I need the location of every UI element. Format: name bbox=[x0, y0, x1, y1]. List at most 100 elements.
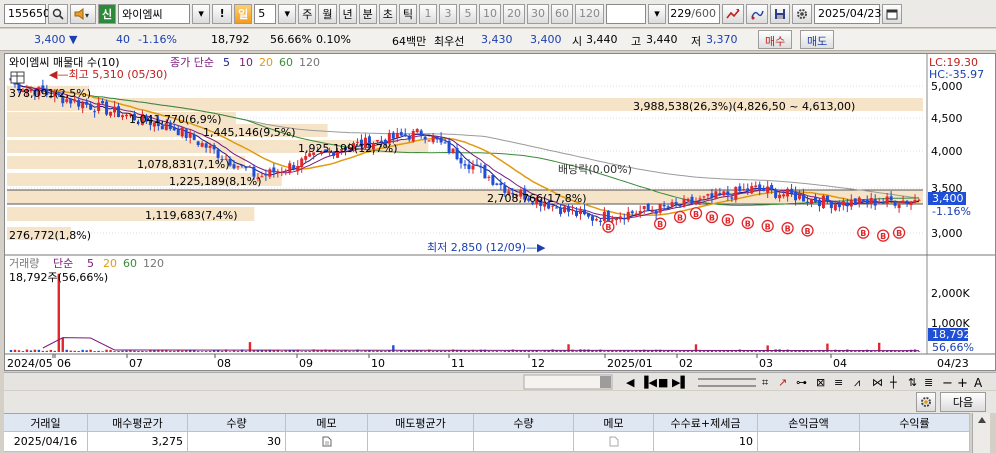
buy-button[interactable]: 매수 bbox=[758, 30, 793, 49]
interval-5[interactable]: 5 bbox=[459, 3, 477, 24]
time-label: 11 bbox=[451, 357, 465, 370]
volume-ma-5[interactable]: 5 bbox=[87, 257, 94, 270]
rescale-icon[interactable]: ⊠ bbox=[816, 376, 825, 389]
speaker-button[interactable]: ▾ bbox=[70, 3, 96, 24]
period-tick-tab[interactable]: 틱 bbox=[398, 3, 417, 24]
ma-label[interactable]: 종가 단순 bbox=[170, 56, 214, 69]
chart-scroll-bar[interactable]: ◀ ▐◀ ■ ▶▌ ⌗ ↗ ⊶ ⊠ ≡ ⩘ ⋈ ┼ ⇅ ≣ − + A bbox=[4, 372, 996, 391]
font-size-icon[interactable]: A bbox=[974, 376, 983, 390]
first-page-icon[interactable]: ◀ bbox=[626, 376, 635, 389]
interval-1[interactable]: 1 bbox=[419, 3, 437, 24]
volume-ma-label[interactable]: 단순 bbox=[53, 257, 73, 270]
volume-ma-60[interactable]: 60 bbox=[123, 257, 137, 270]
volume-bar bbox=[61, 338, 64, 352]
table-row[interactable]: 2025/04/16 3,275 30 10 bbox=[4, 432, 970, 452]
menu-icon[interactable]: ≣ bbox=[924, 376, 933, 389]
col-buy-qty[interactable]: 수량 bbox=[188, 414, 286, 432]
calendar-button[interactable] bbox=[882, 3, 902, 24]
sort-icon[interactable]: ⇅ bbox=[908, 376, 917, 389]
ma-60-label[interactable]: 60 bbox=[279, 56, 293, 69]
cell-buy-memo[interactable] bbox=[286, 432, 368, 452]
interval-120[interactable]: 120 bbox=[575, 3, 604, 24]
date-field[interactable]: 2025/04/23 bbox=[814, 3, 881, 24]
play-icon[interactable]: ▶▌ bbox=[672, 375, 689, 389]
ma-5-label[interactable]: 5 bbox=[223, 56, 230, 69]
chart-canvas[interactable]: B B B B B B B B B B B B B 378,091(2,5%) 1,041,770(6,… bbox=[5, 54, 995, 370]
zoom-out-icon[interactable]: − bbox=[942, 376, 953, 391]
interval-dropdown[interactable]: ▾ bbox=[648, 3, 666, 24]
ma-10-label[interactable]: 10 bbox=[239, 56, 253, 69]
interval-60[interactable]: 60 bbox=[551, 3, 573, 24]
period-select-icon[interactable]: ≡ bbox=[834, 376, 843, 389]
col-sell-memo[interactable]: 메모 bbox=[574, 414, 654, 432]
col-pnl[interactable]: 손익금액 bbox=[758, 414, 860, 432]
warning-button[interactable]: ! bbox=[212, 3, 233, 24]
candle-body bbox=[845, 202, 849, 207]
period-day-tab[interactable]: 일 bbox=[234, 3, 253, 24]
period-week-tab[interactable]: 주 bbox=[298, 3, 317, 24]
period-minute-tab[interactable]: 분 bbox=[358, 3, 377, 24]
volume-bar bbox=[45, 350, 49, 352]
magnet-icon[interactable]: ⋈ bbox=[872, 376, 883, 389]
stock-chart[interactable]: B B B B B B B B B B B B B 378,091(2,5%) 1,041,770(6,… bbox=[4, 53, 996, 371]
col-sell-avg[interactable]: 매도평균가 bbox=[368, 414, 474, 432]
col-fees[interactable]: 수수료+제세금 bbox=[654, 414, 758, 432]
interval-20[interactable]: 20 bbox=[503, 3, 525, 24]
period-year-tab[interactable]: 년 bbox=[338, 3, 357, 24]
cell-sell-avg[interactable] bbox=[368, 432, 474, 452]
save-button[interactable] bbox=[770, 3, 790, 24]
search-button[interactable] bbox=[48, 3, 68, 24]
col-buy-avg[interactable]: 매수평균가 bbox=[88, 414, 188, 432]
candle-count-field[interactable]: 229/600 bbox=[668, 3, 720, 24]
stock-dropdown[interactable]: ▾ bbox=[192, 3, 211, 24]
volume-bar bbox=[153, 350, 156, 352]
zoom-level-icon[interactable]: ⊶ bbox=[796, 376, 807, 389]
compare-button[interactable] bbox=[746, 3, 768, 24]
cell-sell-memo[interactable] bbox=[574, 432, 654, 452]
cell-buy-qty[interactable]: 30 bbox=[188, 432, 286, 452]
cell-fees[interactable]: 10 bbox=[654, 432, 758, 452]
panel-settings-button[interactable] bbox=[916, 392, 936, 412]
crosshair-icon[interactable]: ┼ bbox=[889, 375, 897, 389]
volume-ma-120[interactable]: 120 bbox=[143, 257, 164, 270]
sell-button[interactable]: 매도 bbox=[800, 30, 835, 49]
cell-pnl[interactable] bbox=[758, 432, 860, 452]
next-button[interactable]: 다음 bbox=[940, 392, 986, 412]
col-trade-date[interactable]: 거래일 bbox=[4, 414, 88, 432]
interval-30[interactable]: 30 bbox=[527, 3, 549, 24]
scroll-up-icon[interactable] bbox=[973, 413, 991, 453]
interval-3[interactable]: 3 bbox=[439, 3, 457, 24]
col-sell-qty[interactable]: 수량 bbox=[474, 414, 574, 432]
settings-button[interactable] bbox=[792, 3, 812, 24]
volume-title[interactable]: 거래량 bbox=[9, 257, 39, 270]
volume-bar bbox=[236, 350, 240, 352]
volume-ma-20[interactable]: 20 bbox=[103, 257, 117, 270]
record-table-scrollbar[interactable] bbox=[972, 413, 990, 453]
ma-20-label[interactable]: 20 bbox=[259, 56, 273, 69]
volume-bar bbox=[101, 351, 104, 352]
scroll-track[interactable] bbox=[523, 374, 613, 390]
line-tool-icon[interactable]: ⩘ bbox=[854, 376, 860, 389]
scroll-thumb[interactable] bbox=[600, 376, 611, 388]
zoom-grid-icon[interactable]: ⌗ bbox=[762, 376, 768, 389]
draw-tool-button[interactable] bbox=[722, 3, 744, 24]
stop-icon[interactable]: ■ bbox=[658, 376, 668, 389]
period-dropdown[interactable]: ▾ bbox=[278, 3, 297, 24]
period-second-tab[interactable]: 초 bbox=[378, 3, 397, 24]
cell-sell-qty[interactable] bbox=[474, 432, 574, 452]
interval-10[interactable]: 10 bbox=[479, 3, 501, 24]
col-buy-memo[interactable]: 메모 bbox=[286, 414, 368, 432]
ma-120-label[interactable]: 120 bbox=[299, 56, 320, 69]
interval-custom-field[interactable] bbox=[606, 3, 646, 24]
zoom-in-icon[interactable]: + bbox=[957, 376, 968, 391]
stock-code-field[interactable]: 155650 bbox=[4, 3, 50, 24]
cell-buy-avg[interactable]: 3,275 bbox=[88, 432, 188, 452]
col-return[interactable]: 수익률 bbox=[860, 414, 970, 432]
zoom-chart-icon[interactable]: ↗ bbox=[778, 376, 787, 389]
period-value-field[interactable]: 5 bbox=[254, 3, 277, 24]
stock-name-field[interactable]: 와이엠씨 bbox=[118, 3, 191, 24]
cell-return[interactable] bbox=[860, 432, 970, 452]
cell-trade-date[interactable]: 2025/04/16 bbox=[4, 432, 88, 452]
period-month-tab[interactable]: 월 bbox=[318, 3, 337, 24]
prev-page-icon[interactable]: ▐◀ bbox=[640, 375, 657, 389]
